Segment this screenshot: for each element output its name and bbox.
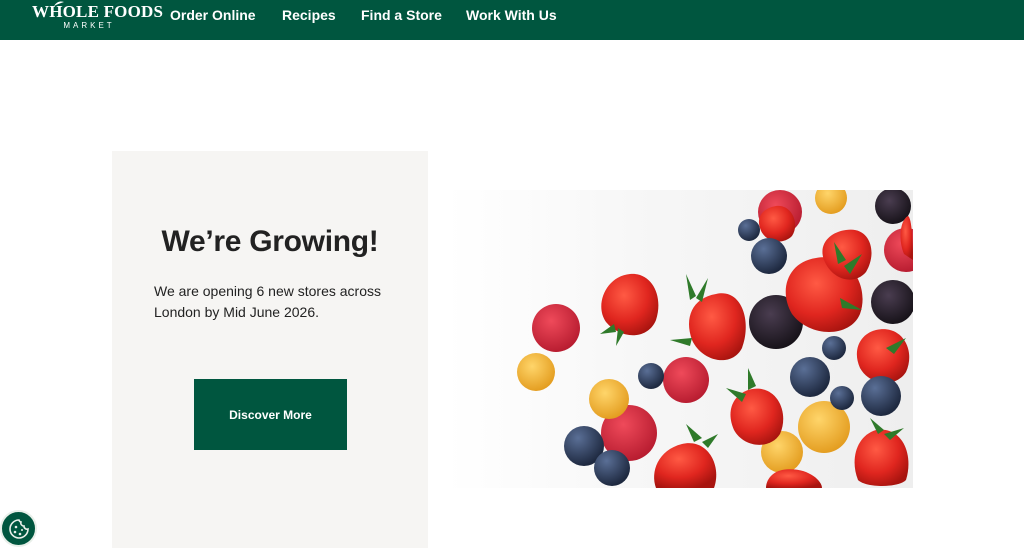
hero-card [112, 151, 428, 548]
discover-more-button[interactable]: Discover More [194, 379, 347, 450]
nav-work-with-us[interactable]: Work With Us [466, 7, 557, 23]
nav-recipes[interactable]: Recipes [282, 7, 336, 23]
whole-foods-logo[interactable]: WHOLE FOODS MARKET [32, 1, 164, 33]
nav-find-a-store[interactable]: Find a Store [361, 7, 442, 23]
nav-order-online[interactable]: Order Online [170, 7, 256, 23]
logo-text: WHOLE FOODS [32, 2, 164, 21]
cookie-icon [8, 518, 29, 539]
hero-description: We are opening 6 new stores across Londo… [154, 283, 381, 320]
cookie-settings-button[interactable] [0, 510, 37, 547]
leaf-icon [54, 1, 64, 6]
site-header: WHOLE FOODS MARKET Order Online Recipes … [0, 0, 1024, 40]
berries-illustration [517, 190, 913, 488]
logo-subtext: MARKET [63, 21, 115, 30]
berries-photo [446, 190, 913, 488]
